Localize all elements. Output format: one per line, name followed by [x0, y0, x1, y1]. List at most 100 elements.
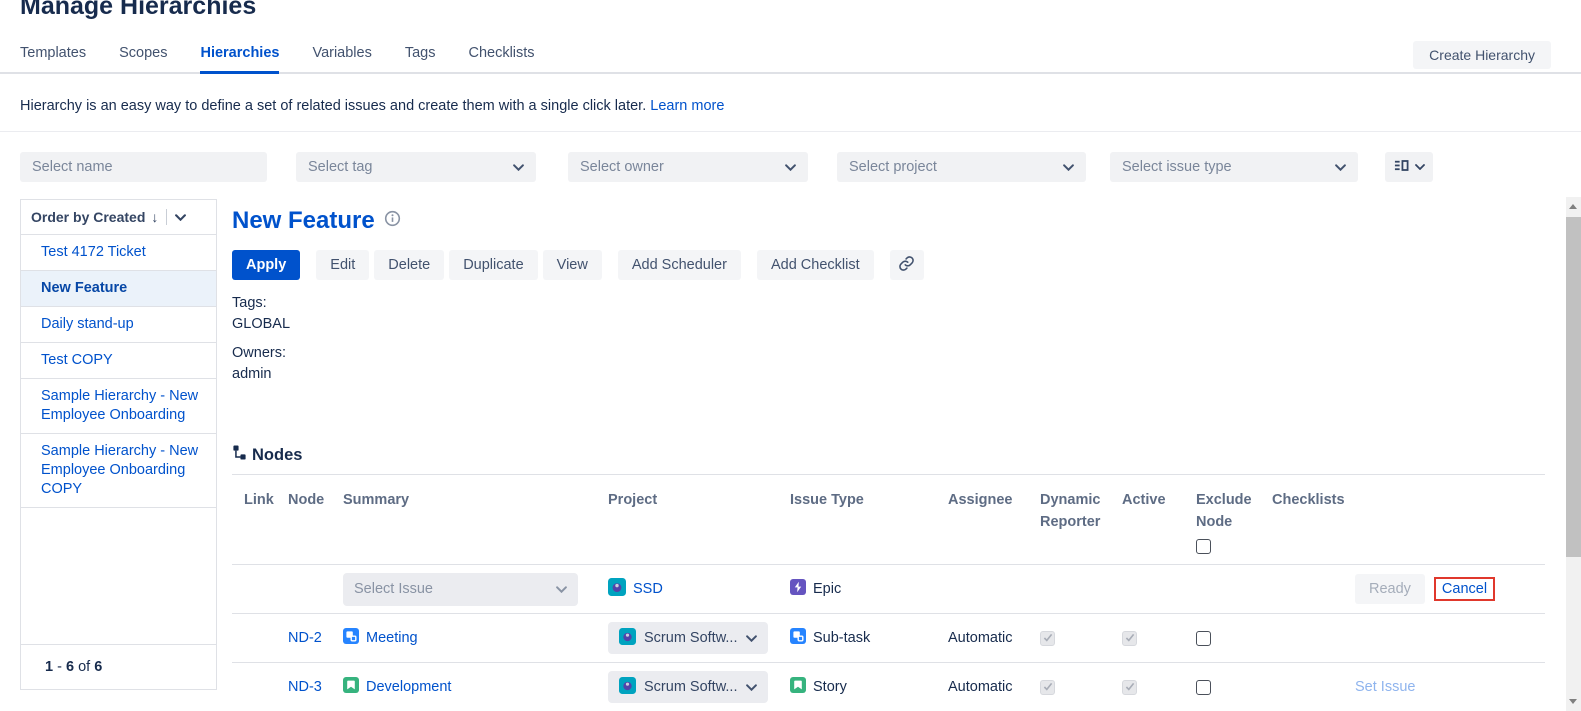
divider [166, 209, 167, 225]
sidebar-item-daily-stand-up[interactable]: Daily stand-up [21, 307, 216, 343]
add-scheduler-button[interactable]: Add Scheduler [618, 250, 741, 280]
assignee-value: Automatic [948, 630, 1012, 646]
issue-type-epic-label: Epic [813, 581, 841, 597]
active-checkbox [1122, 680, 1137, 695]
table-row-nd-2: ND-2 Meeting Scrum Softw... Sub-task Aut… [232, 614, 1545, 663]
owners-label: Owners: [232, 343, 1545, 364]
nodes-section-header: Nodes [232, 445, 1545, 475]
sidebar-item-sample-hierarchy-copy[interactable]: Sample Hierarchy - New Employee Onboardi… [21, 434, 216, 508]
summary-link-meeting[interactable]: Meeting [366, 630, 418, 646]
filter-bar: Select tag Select owner Select project S… [0, 152, 1581, 182]
tab-checklists[interactable]: Checklists [468, 45, 534, 74]
issue-type-filter-value: Select issue type [1122, 159, 1232, 175]
divider [0, 131, 1581, 132]
create-hierarchy-button[interactable]: Create Hierarchy [1413, 41, 1551, 69]
dynamic-reporter-checkbox [1040, 680, 1055, 695]
tab-templates[interactable]: Templates [20, 45, 86, 74]
name-filter-input[interactable] [20, 152, 267, 182]
duplicate-button[interactable]: Duplicate [449, 250, 537, 280]
sort-direction-icon[interactable]: ↓ [151, 209, 158, 225]
node-link-nd-3[interactable]: ND-3 [288, 679, 322, 695]
hierarchy-tree-icon [232, 445, 247, 465]
edit-button[interactable]: Edit [316, 250, 369, 280]
project-avatar-icon [608, 578, 626, 600]
story-icon [343, 677, 359, 697]
chevron-down-icon [1063, 164, 1074, 171]
ready-button[interactable]: Ready [1355, 574, 1425, 604]
sidebar-item-test-4172-ticket[interactable]: Test 4172 Ticket [21, 235, 216, 271]
project-link-ssd[interactable]: SSD [633, 581, 663, 597]
exclude-node-checkbox[interactable] [1196, 631, 1211, 646]
dynamic-reporter-checkbox [1040, 631, 1055, 646]
tags-label: Tags: [232, 293, 1545, 314]
column-header-checklists: Checklists [1272, 489, 1355, 511]
apply-button[interactable]: Apply [232, 250, 300, 280]
chevron-down-icon [746, 684, 757, 691]
subtask-icon [343, 628, 359, 648]
chevron-down-icon[interactable] [175, 214, 186, 221]
tab-tags[interactable]: Tags [405, 45, 436, 74]
summary-link-development[interactable]: Development [366, 679, 451, 695]
select-issue-placeholder: Select Issue [354, 581, 433, 597]
tab-variables[interactable]: Variables [312, 45, 371, 74]
description-text: Hierarchy is an easy way to define a set… [20, 98, 646, 114]
link-icon [898, 255, 915, 276]
hierarchy-detail-panel: New Feature Apply Edit Delete Duplicate … [232, 199, 1545, 711]
active-checkbox [1122, 631, 1137, 646]
pagination-end: 6 [66, 659, 74, 675]
chevron-down-icon [1335, 164, 1346, 171]
scroll-up-arrow[interactable] [1569, 204, 1577, 209]
issue-type-subtask-label: Sub-task [813, 630, 870, 646]
node-link-nd-2[interactable]: ND-2 [288, 630, 322, 646]
sidebar-item-test-copy[interactable]: Test COPY [21, 343, 216, 379]
scroll-down-arrow[interactable] [1569, 699, 1577, 704]
pagination-dash: - [57, 659, 62, 675]
owners-value: admin [232, 364, 1545, 385]
project-select-nd-2[interactable]: Scrum Softw... [608, 622, 768, 654]
set-issue-link[interactable]: Set Issue [1355, 679, 1415, 695]
subtask-icon [790, 628, 806, 648]
tag-filter-select[interactable]: Select tag [296, 152, 536, 182]
project-filter-select[interactable]: Select project [837, 152, 1086, 182]
exclude-all-checkbox[interactable] [1196, 539, 1211, 554]
column-settings-button[interactable] [1385, 152, 1433, 182]
issue-type-story-label: Story [813, 679, 847, 695]
column-header-dynamic-reporter: Dynamic Reporter [1040, 489, 1122, 533]
pagination: 1 - 6 of 6 [21, 644, 216, 689]
scrollbar-thumb[interactable] [1566, 217, 1581, 557]
cancel-link[interactable]: Cancel [1442, 581, 1487, 597]
tab-bar: Templates Scopes Hierarchies Variables T… [0, 45, 1581, 74]
learn-more-link[interactable]: Learn more [650, 98, 724, 114]
add-checklist-button[interactable]: Add Checklist [757, 250, 874, 280]
manage-hierarchies-page: Manage Hierarchies Templates Scopes Hier… [0, 0, 1581, 711]
exclude-node-checkbox[interactable] [1196, 680, 1211, 695]
sidebar-item-sample-hierarchy[interactable]: Sample Hierarchy - New Employee Onboardi… [21, 379, 216, 434]
order-by-header[interactable]: Order by Created ↓ [21, 200, 216, 235]
table-row-new-node: Select Issue SSD Epic Ready Cancel [232, 565, 1545, 614]
assignee-value: Automatic [948, 679, 1012, 695]
vertical-scrollbar[interactable] [1566, 197, 1581, 711]
issue-type-filter-select[interactable]: Select issue type [1110, 152, 1358, 182]
chevron-down-icon [746, 635, 757, 642]
owner-filter-value: Select owner [580, 159, 664, 175]
view-button[interactable]: View [543, 250, 602, 280]
tab-scopes[interactable]: Scopes [119, 45, 167, 74]
info-icon[interactable] [384, 210, 401, 232]
column-header-link: Link [244, 489, 288, 511]
table-row-nd-3: ND-3 Development Scrum Softw... Story Au… [232, 663, 1545, 711]
column-header-summary: Summary [343, 489, 608, 511]
select-issue-dropdown[interactable]: Select Issue [343, 573, 578, 606]
column-header-node: Node [288, 489, 343, 511]
pagination-start: 1 [45, 659, 53, 675]
owners-block: Owners: admin [232, 343, 1545, 385]
project-select-nd-3[interactable]: Scrum Softw... [608, 671, 768, 703]
sidebar-item-new-feature[interactable]: New Feature [21, 271, 216, 307]
pagination-of: of [78, 659, 90, 675]
project-filter-value: Select project [849, 159, 937, 175]
column-header-exclude-node: Exclude Node [1196, 489, 1272, 554]
owner-filter-select[interactable]: Select owner [568, 152, 808, 182]
copy-link-button[interactable] [890, 250, 924, 280]
tags-value: GLOBAL [232, 314, 1545, 335]
tab-hierarchies[interactable]: Hierarchies [200, 45, 279, 74]
delete-button[interactable]: Delete [374, 250, 444, 280]
